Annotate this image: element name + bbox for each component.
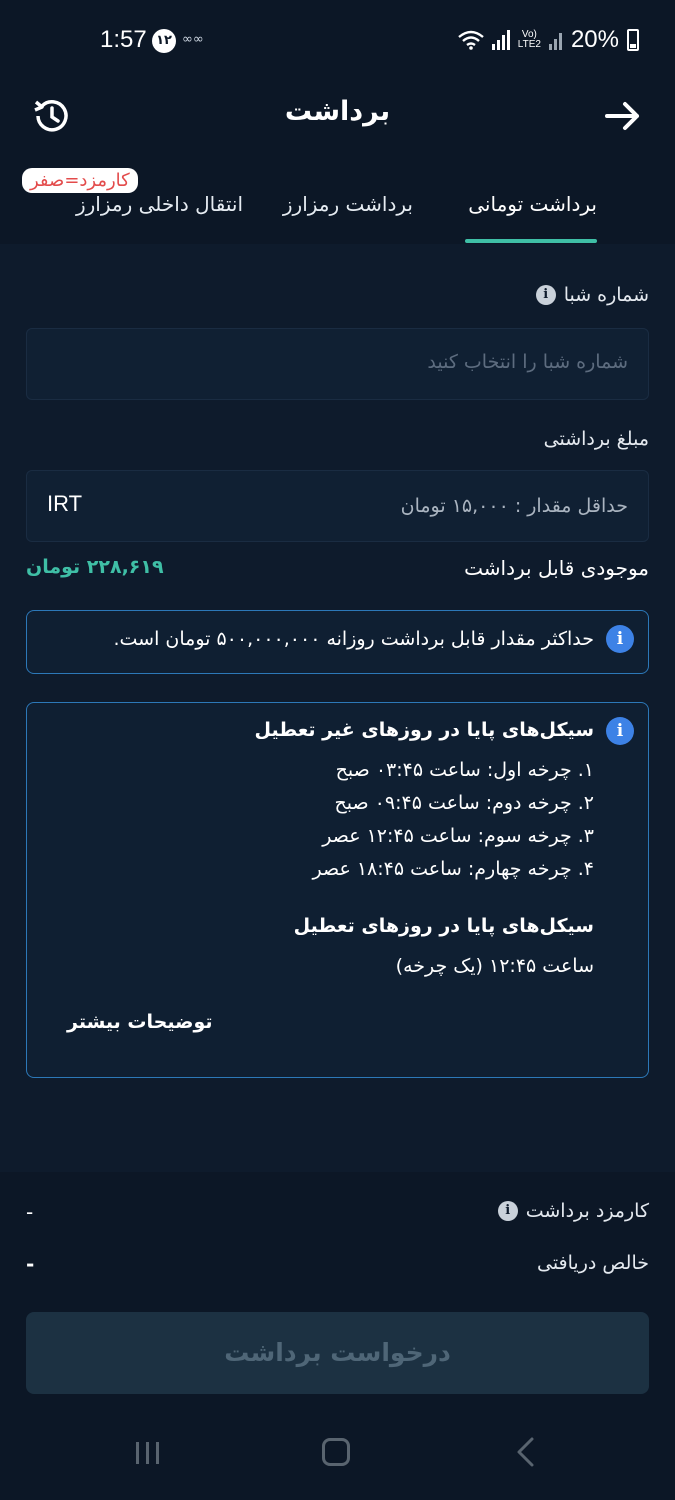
net-value: - bbox=[26, 1252, 35, 1276]
tab-bar: برداشت تومانی برداشت رمزارز انتقال داخلی… bbox=[0, 168, 675, 244]
amount-label-row: مبلغ برداشتی bbox=[544, 428, 649, 450]
info-icon[interactable]: i bbox=[535, 285, 556, 305]
net-label: خالص دریافتی bbox=[536, 1252, 649, 1274]
recent-apps-icon[interactable] bbox=[134, 1440, 162, 1466]
notification-icon: ∞∞ bbox=[182, 32, 204, 47]
app-header: برداشت برداشت تومانی برداشت رمزارز انتقا… bbox=[0, 64, 675, 244]
wifi-icon bbox=[458, 30, 484, 50]
tab-toman-withdraw[interactable]: برداشت تومانی bbox=[468, 192, 597, 216]
tab-crypto-withdraw[interactable]: برداشت رمزارز bbox=[283, 192, 413, 216]
home-icon[interactable] bbox=[322, 1438, 350, 1466]
daily-limit-text: حداکثر مقدار قابل برداشت روزانه ۵۰۰,۰۰۰,… bbox=[113, 628, 594, 650]
signal-2-icon bbox=[548, 33, 562, 50]
battery-percent: 20% bbox=[570, 26, 619, 53]
withdraw-summary: کارمزد برداشت i - خالص دریافتی - درخواست… bbox=[0, 1172, 675, 1500]
status-bar: 1:57 ۱۲ ∞∞ Vo) LTE2 20% bbox=[0, 0, 675, 64]
amount-input[interactable]: حداقل مقدار : ۱۵,۰۰۰ تومان IRT bbox=[26, 470, 649, 542]
cycle-line: ۱. چرخه اول: ساعت ۰۳:۴۵ صبح bbox=[335, 759, 594, 781]
signal-icon bbox=[491, 30, 510, 50]
currency-unit: IRT bbox=[47, 491, 83, 516]
fee-label: کارمزد برداشت bbox=[525, 1200, 649, 1222]
notification-count-badge: ۱۲ bbox=[152, 29, 176, 53]
balance-value[interactable]: ۲۲۸,۶۱۹ تومان bbox=[26, 556, 164, 578]
fee-label-row: کارمزد برداشت i bbox=[497, 1200, 649, 1222]
daily-limit-notice: i حداکثر مقدار قابل برداشت روزانه ۵۰۰,۰۰… bbox=[26, 610, 649, 674]
fee-value: - bbox=[26, 1200, 34, 1224]
holiday-cycle-line: ساعت ۱۲:۴۵ (یک چرخه) bbox=[395, 955, 594, 977]
info-icon[interactable]: i bbox=[497, 1201, 518, 1221]
amount-label: مبلغ برداشتی bbox=[543, 428, 649, 450]
cycle-line: ۴. چرخه چهارم: ساعت ۱۸:۴۵ عصر bbox=[312, 858, 595, 880]
cycle-line: ۳. چرخه سوم: ساعت ۱۲:۴۵ عصر bbox=[322, 825, 594, 847]
cycle-line: ۲. چرخه دوم: ساعت ۰۹:۴۵ صبح bbox=[334, 792, 595, 814]
battery-icon bbox=[627, 29, 639, 51]
arrow-right-icon[interactable] bbox=[603, 96, 643, 136]
sheba-placeholder: شماره شبا را انتخاب کنید bbox=[427, 351, 628, 373]
system-nav-bar bbox=[0, 1420, 675, 1500]
holidays-cycles-title: سیکل‌های پایا در روزهای تعطیل bbox=[293, 915, 594, 937]
lte-indicator: Vo) LTE2 bbox=[517, 29, 541, 50]
paya-cycles-box: i سیکل‌های پایا در روزهای غیر تعطیل ۱. چ… bbox=[26, 702, 649, 1078]
info-icon: i bbox=[606, 717, 634, 745]
info-icon: i bbox=[606, 625, 634, 653]
balance-label: موجودی قابل برداشت bbox=[464, 556, 649, 580]
sheba-label: شماره شبا bbox=[563, 284, 649, 306]
page-title: برداشت bbox=[284, 96, 391, 127]
status-indicators: Vo) LTE2 20% bbox=[458, 26, 639, 54]
sheba-select[interactable]: شماره شبا را انتخاب کنید bbox=[26, 328, 649, 400]
active-tab-indicator bbox=[465, 239, 597, 243]
workdays-cycles-title: سیکل‌های پایا در روزهای غیر تعطیل bbox=[254, 719, 594, 741]
more-details-link[interactable]: توضیحات بیشتر bbox=[67, 1011, 213, 1033]
sheba-label-row: شماره شبا i bbox=[535, 284, 649, 306]
back-icon[interactable] bbox=[512, 1436, 540, 1468]
tab-internal-transfer[interactable]: انتقال داخلی رمزارز bbox=[76, 192, 243, 216]
withdraw-request-button[interactable]: درخواست برداشت bbox=[26, 1312, 649, 1394]
status-time: 1:57 bbox=[100, 26, 147, 53]
amount-min-hint: حداقل مقدار : ۱۵,۰۰۰ تومان bbox=[400, 495, 628, 517]
fee-badge: کارمزد=صفر bbox=[22, 168, 138, 193]
